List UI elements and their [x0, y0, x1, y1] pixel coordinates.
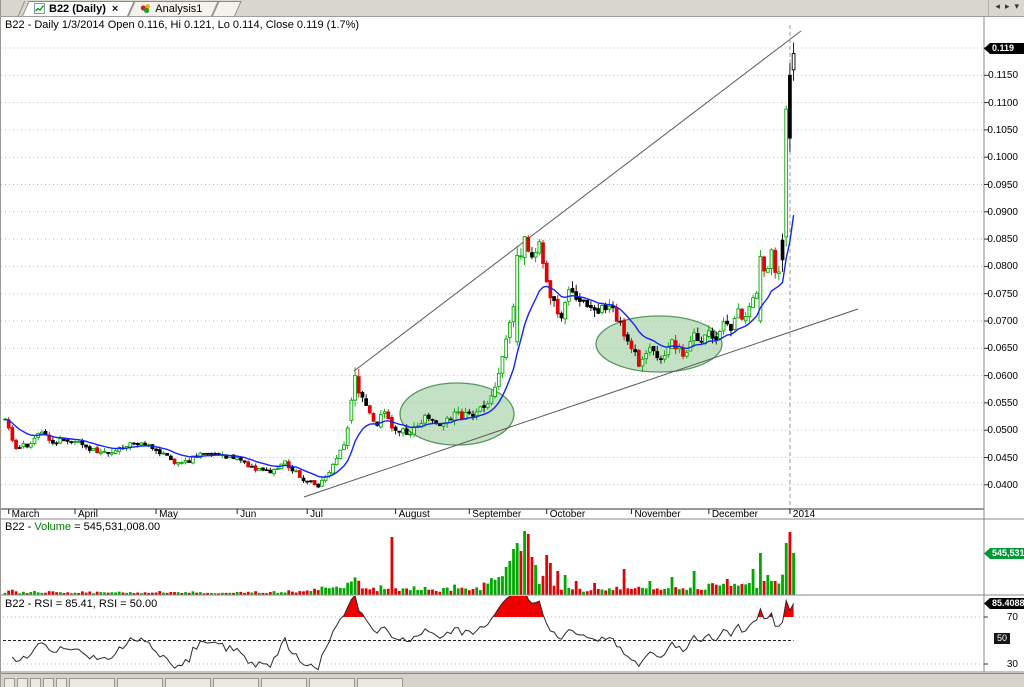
- last-volume-badge: 545,531,008.00: [984, 548, 1024, 559]
- rsi-axis-tick: 70: [986, 612, 1018, 623]
- time-axis-label: March: [12, 509, 40, 520]
- rsi-axis-tick: 30: [986, 659, 1018, 670]
- price-axis-tick: 0.0850: [986, 234, 1018, 245]
- price-axis-tick: 0.1150: [986, 70, 1018, 81]
- sheet-tab[interactable]: [117, 678, 163, 687]
- price-axis-tick: 0.0750: [986, 289, 1018, 300]
- price-axis-tick: 0.0700: [986, 316, 1018, 327]
- volume-metric-label: Volume: [34, 521, 71, 533]
- close-icon[interactable]: ×: [112, 3, 118, 15]
- time-axis-label: November: [634, 509, 680, 520]
- tab-label: Analysis1: [155, 3, 202, 15]
- price-axis-tick: 0.0950: [986, 180, 1018, 191]
- tab-b22-daily[interactable]: B22 (Daily) ×: [22, 1, 128, 16]
- chart-icon: [34, 3, 45, 14]
- price-axis-tick: 0.1050: [986, 125, 1018, 136]
- sheet-tabs-strip[interactable]: [1, 673, 1024, 687]
- price-pane-title: B22 - Daily 1/3/2014 Open 0.116, Hi 0.12…: [5, 19, 359, 31]
- tab-analysis1[interactable]: Analysis1: [128, 1, 212, 16]
- sheet-tab[interactable]: [261, 678, 307, 687]
- time-axis-label: April: [78, 509, 98, 520]
- chart-canvas[interactable]: [1, 0, 1024, 687]
- time-axis-label: Jun: [240, 509, 256, 520]
- price-axis-tick: 0.0600: [986, 371, 1018, 382]
- tab-label: B22 (Daily): [49, 3, 106, 15]
- price-axis-tick: 0.1100: [986, 98, 1018, 109]
- time-axis-label: October: [550, 509, 586, 520]
- sheet-tab[interactable]: [309, 678, 355, 687]
- sheet-tab[interactable]: [56, 678, 67, 687]
- last-price-badge: 0.119: [984, 43, 1024, 54]
- time-axis-label: Jul: [310, 509, 323, 520]
- analysis-icon: [140, 3, 151, 14]
- price-axis-tick: 0.0400: [986, 480, 1018, 491]
- time-axis-label: September: [472, 509, 521, 520]
- time-axis-label: August: [399, 509, 430, 520]
- time-axis-label: May: [159, 509, 178, 520]
- last-rsi-badge: 85.4088: [984, 598, 1024, 609]
- price-axis-tick: 0.0500: [986, 425, 1018, 436]
- price-axis-tick: 0.0650: [986, 343, 1018, 354]
- time-axis-label: December: [712, 509, 758, 520]
- rsi-pane-title: B22 - RSI = 85.41, RSI = 50.00: [5, 598, 157, 610]
- time-axis-label: 2014: [793, 509, 815, 520]
- rsi-mid-badge: 50: [994, 633, 1010, 644]
- price-axis-tick: 0.0550: [986, 398, 1018, 409]
- sheet-tab[interactable]: [165, 678, 211, 687]
- sheet-tab[interactable]: [30, 678, 41, 687]
- sheet-tab[interactable]: [4, 678, 15, 687]
- sheet-tab[interactable]: [213, 678, 259, 687]
- charting-app-window: B22 (Daily) × Analysis1 ⊕ ◂ ▸ ▾ B22 - Da…: [0, 0, 1024, 687]
- sheet-tab[interactable]: [17, 678, 28, 687]
- price-axis-tick: 0.0900: [986, 207, 1018, 218]
- sheet-tab[interactable]: [43, 678, 54, 687]
- price-axis-tick: 0.0450: [986, 453, 1018, 464]
- price-axis-tick: 0.0800: [986, 261, 1018, 272]
- price-axis-tick: 0.1000: [986, 152, 1018, 163]
- sheet-tab[interactable]: [357, 678, 403, 687]
- sheet-tab[interactable]: [69, 678, 115, 687]
- volume-pane-title: B22 - Volume = 545,531,008.00: [5, 521, 160, 533]
